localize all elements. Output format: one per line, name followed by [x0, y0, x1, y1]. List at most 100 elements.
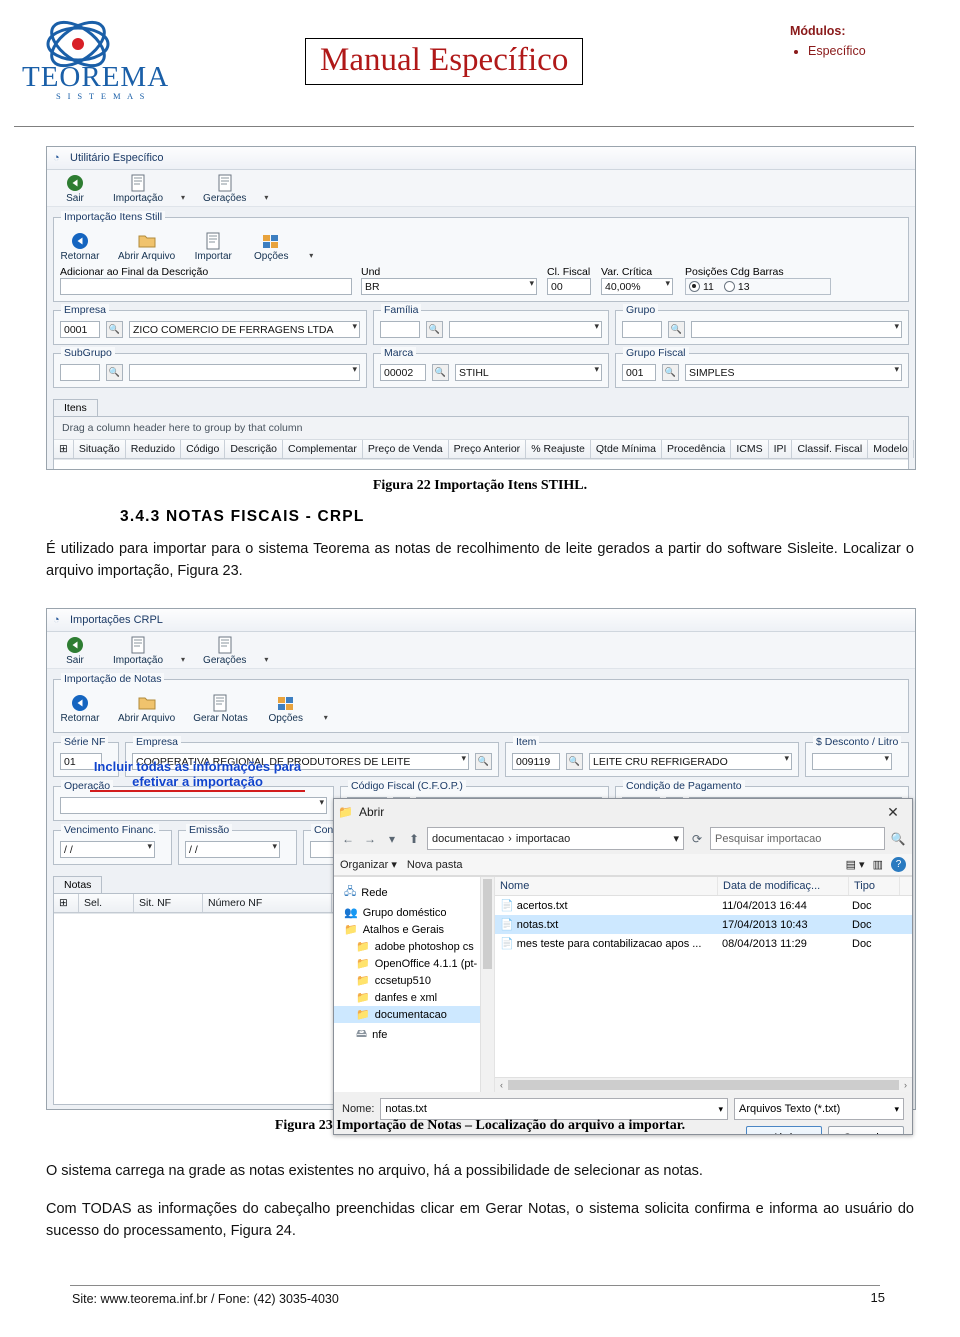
input-subgrupo-codigo[interactable]: [60, 364, 100, 381]
search-icon[interactable]: 🔍: [662, 364, 679, 381]
toolbar-button-sair[interactable]: Sair: [55, 635, 95, 666]
search-icon[interactable]: 🔍: [668, 321, 685, 338]
navigation-pane[interactable]: 🖧 Rede 👥 Grupo doméstico 📁 Atalhos e Gerais…: [334, 877, 495, 1092]
radio-posicoes-13[interactable]: 13: [723, 281, 750, 293]
input-grupo-fiscal-codigo[interactable]: 001: [622, 364, 656, 381]
recent-locations-icon[interactable]: ▾: [383, 832, 401, 846]
input-adicionar-descricao[interactable]: [60, 278, 352, 295]
chevron-down-icon[interactable]: ▾: [324, 713, 328, 724]
grid-col-complementar[interactable]: Complementar: [283, 440, 363, 458]
input-item-codigo[interactable]: 009119: [512, 753, 560, 770]
grid-col-hierarquia[interactable]: Hierarquia: [914, 440, 915, 458]
breadcrumb-item-importacao[interactable]: importacao: [516, 833, 570, 845]
file-row[interactable]: 📄 notas.txt 17/04/2013 10:43 Doc: [495, 915, 912, 934]
refresh-icon[interactable]: ⟳: [688, 832, 706, 846]
file-row[interactable]: 📄 mes teste para contabilizacao apos ...…: [495, 934, 912, 953]
column-data-modificacao[interactable]: Data de modificaç...: [718, 877, 849, 895]
search-icon[interactable]: 🔍: [426, 321, 443, 338]
chevron-down-icon[interactable]: ▾: [181, 193, 185, 204]
breadcrumb-item-documentacao[interactable]: documentacao: [432, 833, 504, 845]
select-item-nome[interactable]: LEITE CRU REFRIGERADO: [589, 753, 792, 770]
chevron-down-icon[interactable]: ▾: [673, 832, 679, 845]
grid-col-icms[interactable]: ICMS: [731, 440, 769, 458]
input-grupo-codigo[interactable]: [622, 321, 662, 338]
organizar-menu[interactable]: Organizar ▾: [340, 858, 397, 871]
filetype-select[interactable]: Arquivos Texto (*.txt) ▾: [734, 1098, 904, 1120]
toolbar-button-sair[interactable]: Sair: [55, 173, 95, 204]
tab-itens[interactable]: Itens: [53, 399, 98, 416]
grid-col-preco-anterior[interactable]: Preço Anterior: [449, 440, 527, 458]
chevron-down-icon[interactable]: ▾: [264, 193, 268, 204]
input-cl-fiscal[interactable]: 00: [547, 278, 591, 295]
toolbar-button-opcoes[interactable]: Opções: [266, 693, 306, 724]
forward-icon[interactable]: →: [361, 832, 379, 846]
column-nome[interactable]: Nome: [495, 877, 718, 895]
toolbar-button-retornar[interactable]: Retornar: [60, 693, 100, 724]
view-mode-icon[interactable]: ▤ ▾: [846, 858, 865, 871]
toolbar-button-geracoes[interactable]: Gerações: [203, 173, 246, 204]
select-und[interactable]: BR: [361, 278, 537, 295]
toolbar-button-importacao[interactable]: Importação: [113, 173, 163, 204]
grid-col-procedencia[interactable]: Procedência: [662, 440, 732, 458]
input-var-critica[interactable]: 40,00%: [601, 278, 673, 295]
column-tipo[interactable]: Tipo: [849, 877, 900, 895]
nav-item-ccsetup510[interactable]: 📁 ccsetup510: [334, 972, 494, 989]
toolbar-button-abrir-arquivo[interactable]: Abrir Arquivo: [118, 231, 175, 262]
chevron-down-icon[interactable]: ▾: [894, 1104, 899, 1115]
scroll-left-icon[interactable]: ‹: [495, 1080, 508, 1090]
select-subgrupo-nome[interactable]: [129, 364, 360, 381]
up-icon[interactable]: ⬆: [405, 832, 423, 846]
help-icon[interactable]: ?: [891, 857, 906, 872]
input-empresa-codigo[interactable]: 0001: [60, 321, 100, 338]
nav-item-openoffice[interactable]: 📁 OpenOffice 4.1.1 (pt-: [334, 955, 494, 972]
nav-item-atalhos-gerais[interactable]: 📁 Atalhos e Gerais: [334, 921, 494, 938]
nova-pasta-button[interactable]: Nova pasta: [407, 859, 463, 871]
grid-col-classif-fiscal[interactable]: Classif. Fiscal: [792, 440, 869, 458]
grid-col-modelo[interactable]: Modelo: [868, 440, 914, 458]
file-pane-hscrollbar[interactable]: ‹ ›: [495, 1077, 912, 1092]
nav-item-documentacao[interactable]: 📁 documentacao: [334, 1006, 494, 1023]
search-icon[interactable]: 🔍: [475, 753, 492, 770]
nav-item-rede[interactable]: 🖧 Rede: [334, 881, 494, 904]
search-icon[interactable]: 🔍: [106, 364, 123, 381]
search-icon[interactable]: 🔍: [566, 753, 583, 770]
preview-pane-icon[interactable]: ▥: [873, 858, 883, 871]
grid-col-sit-nf[interactable]: Sit. NF: [134, 894, 203, 912]
select-empresa-nome[interactable]: ZICO COMERCIO DE FERRAGENS LTDA: [129, 321, 360, 338]
search-input[interactable]: Pesquisar importacao: [710, 827, 885, 850]
grid-col-sel[interactable]: Sel.: [79, 894, 134, 912]
grid-col-qtde-minima[interactable]: Qtde Mínima: [591, 440, 662, 458]
chevron-down-icon[interactable]: ▾: [718, 1104, 723, 1115]
scroll-right-icon[interactable]: ›: [899, 1080, 912, 1090]
grid-col-descricao[interactable]: Descrição: [225, 440, 284, 458]
search-icon[interactable]: 🔍: [106, 321, 123, 338]
nav-item-danfes-xml[interactable]: 📁 danfes e xml: [334, 989, 494, 1006]
input-desconto-litro[interactable]: [812, 753, 892, 770]
toolbar-button-retornar[interactable]: Retornar: [60, 231, 100, 262]
nav-item-adobe-photoshop[interactable]: 📁 adobe photoshop cs: [334, 938, 494, 955]
toolbar-button-gerar-notas[interactable]: Gerar Notas: [193, 693, 248, 724]
search-icon[interactable]: 🔍: [432, 364, 449, 381]
select-grupo-fiscal-nome[interactable]: SIMPLES: [685, 364, 902, 381]
radio-posicoes-11[interactable]: 11: [689, 281, 714, 293]
file-row[interactable]: 📄 acertos.txt 11/04/2013 16:44 Doc: [495, 896, 912, 915]
select-familia-nome[interactable]: [449, 321, 602, 338]
nav-item-nfe[interactable]: 🖴 nfe: [334, 1023, 494, 1046]
input-familia-codigo[interactable]: [380, 321, 420, 338]
grid-col-preco-venda[interactable]: Preço de Venda: [363, 440, 449, 458]
grid-col-ipi[interactable]: IPI: [769, 440, 793, 458]
close-icon[interactable]: ✕: [878, 804, 908, 821]
chevron-down-icon[interactable]: ▾: [309, 251, 313, 262]
grid-col-reajuste[interactable]: % Reajuste: [526, 440, 591, 458]
grid-col-codigo[interactable]: Código: [181, 440, 226, 458]
toolbar-button-importacao[interactable]: Importação: [113, 635, 163, 666]
chevron-down-icon[interactable]: ▾: [264, 655, 268, 666]
breadcrumb[interactable]: documentacao › importacao ▾: [427, 827, 684, 850]
filename-input[interactable]: notas.txt ▾: [380, 1098, 728, 1120]
tab-notas[interactable]: Notas: [53, 876, 103, 893]
input-emissao[interactable]: / /: [185, 841, 280, 858]
scrollbar-thumb[interactable]: [508, 1080, 899, 1090]
nav-pane-scrollbar[interactable]: [480, 877, 494, 1092]
grid-col-reduzido[interactable]: Reduzido: [126, 440, 182, 458]
select-grupo-nome[interactable]: [691, 321, 902, 338]
